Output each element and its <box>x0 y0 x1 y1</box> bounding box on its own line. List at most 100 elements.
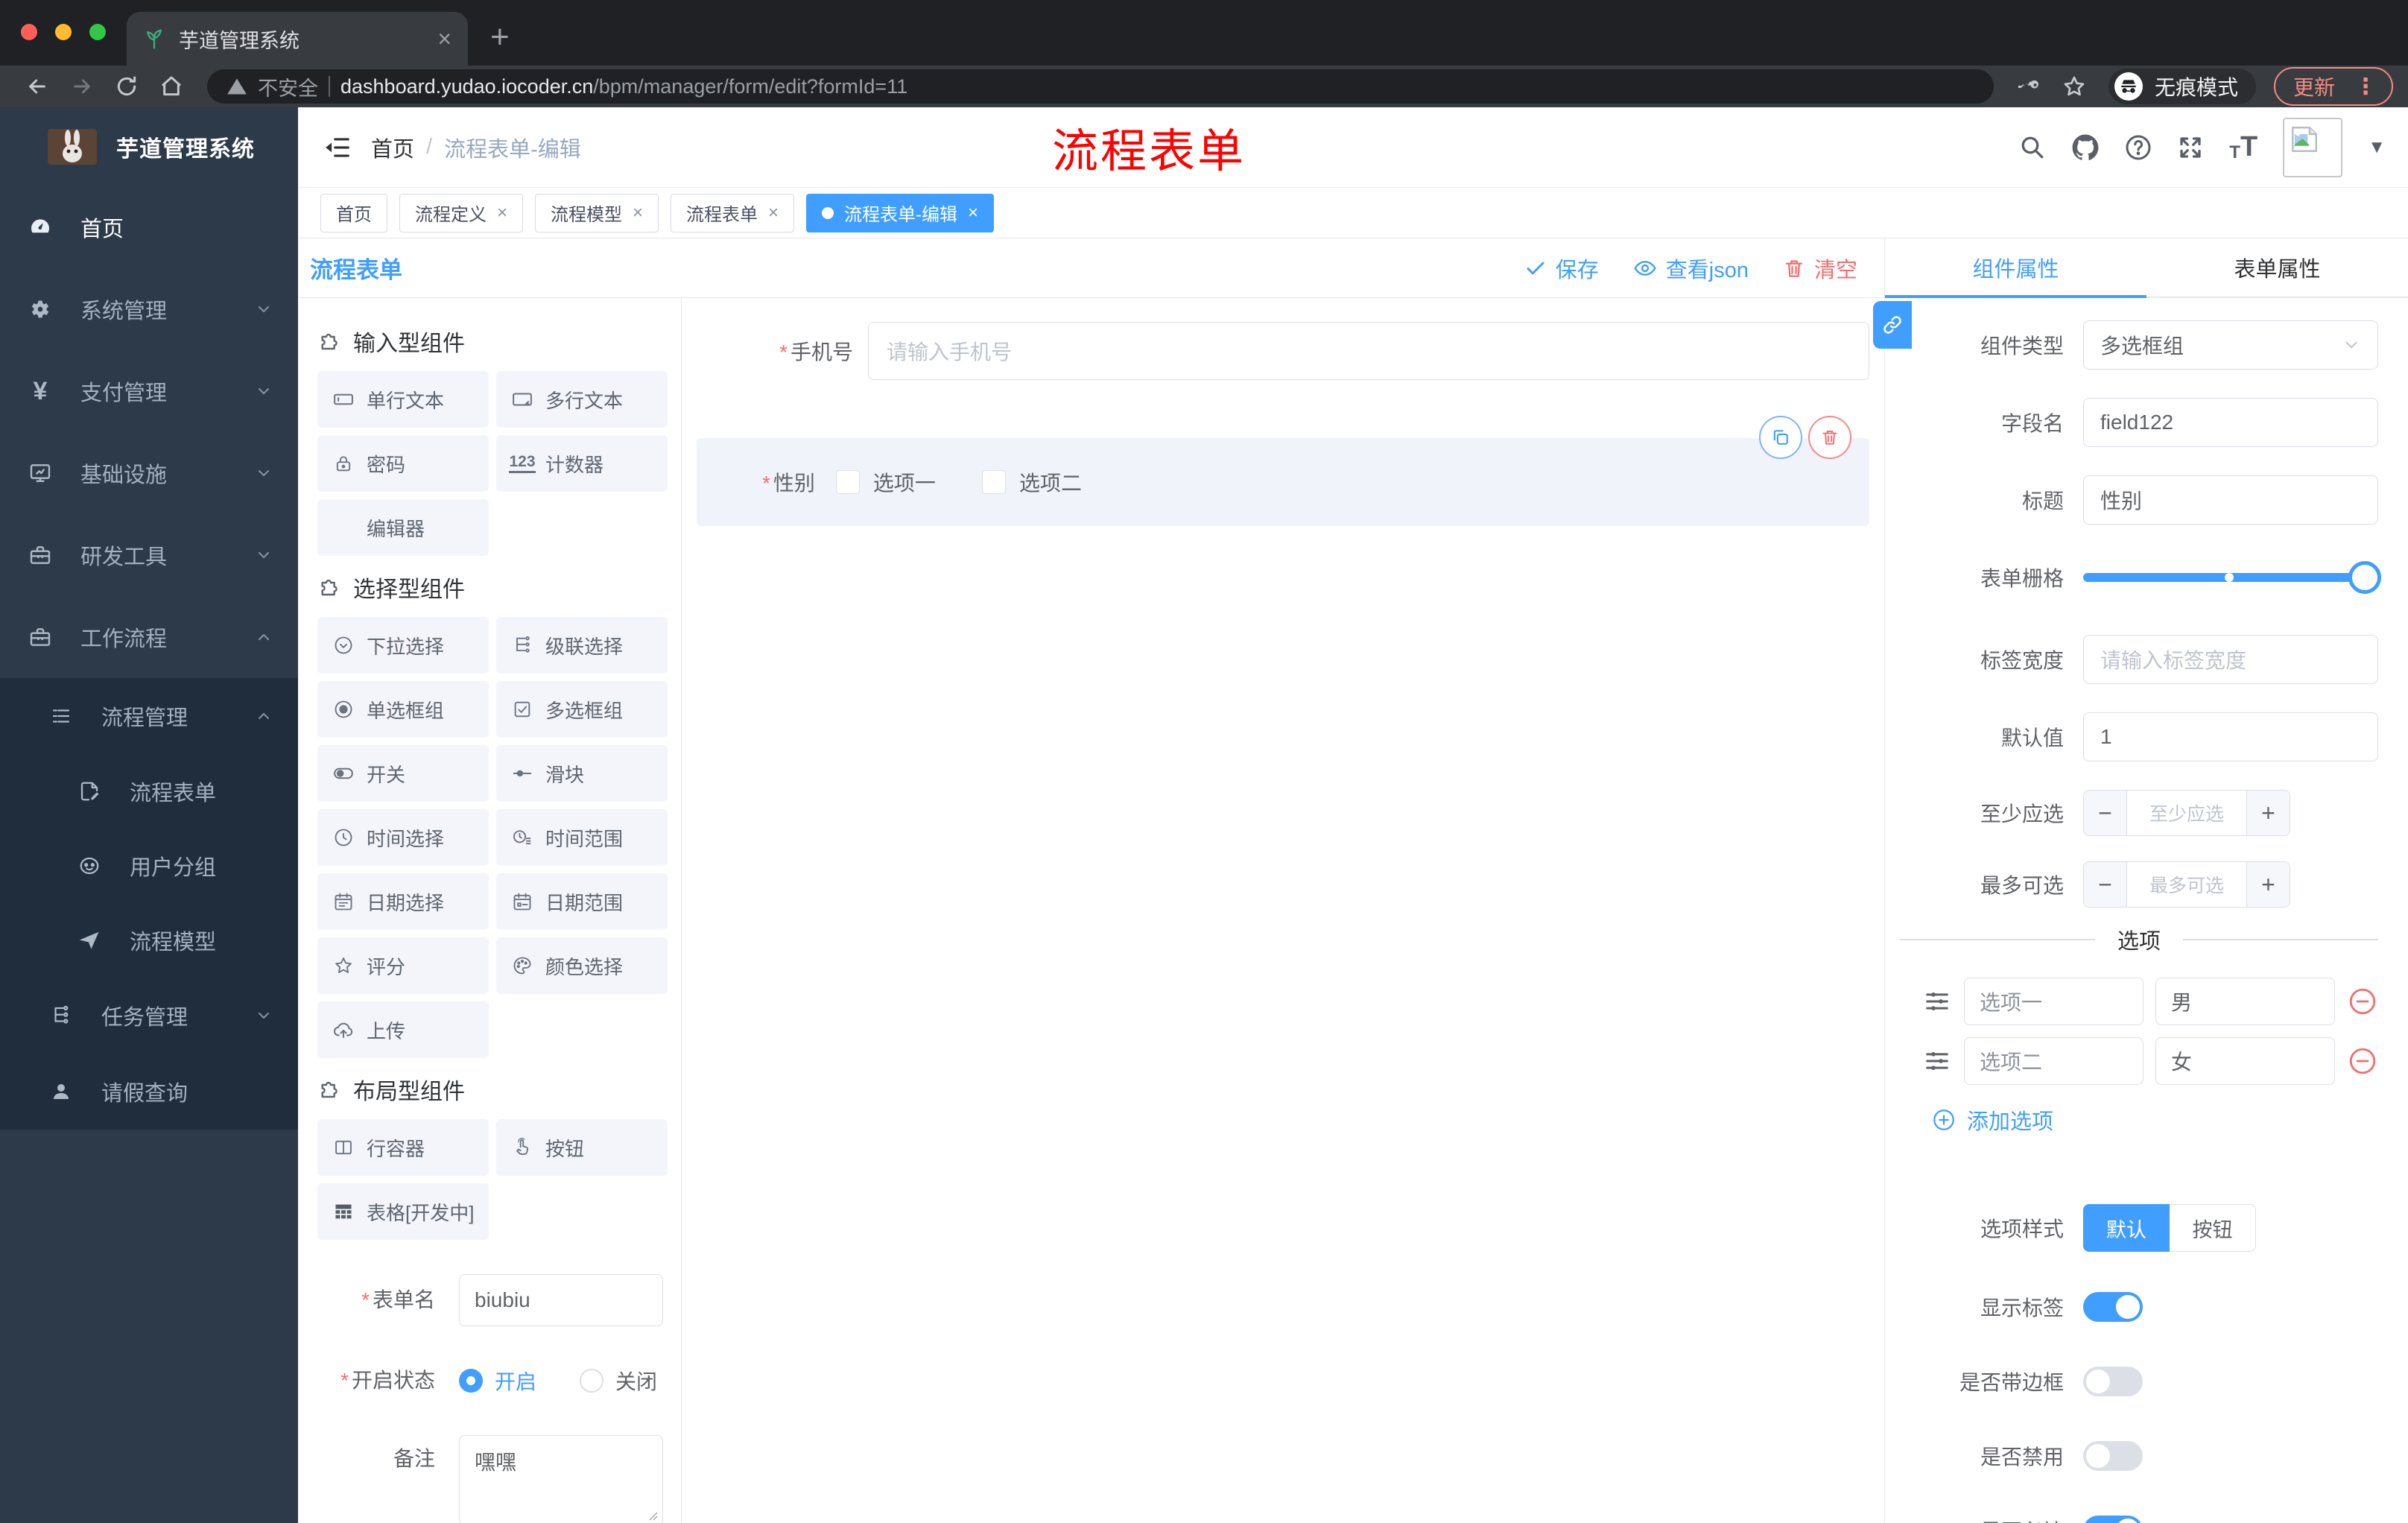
tag-home[interactable]: 首页 <box>320 193 387 232</box>
browser-tab[interactable]: 芋道管理系统 × <box>127 12 468 66</box>
tab-form-props[interactable]: 表单属性 <box>2146 238 2408 297</box>
sidebar-item-leave-query[interactable]: 请假查询 <box>0 1054 298 1130</box>
palette-item-date-range[interactable]: 日期范围 <box>496 873 668 930</box>
url-bar[interactable]: 不安全 dashboard.yudao.iocoder.cn/bpm/manag… <box>207 69 1994 104</box>
sidebar-item-system[interactable]: 系统管理 <box>0 268 298 350</box>
status-off-radio[interactable] <box>580 1369 604 1393</box>
default-value-input[interactable]: 1 <box>2083 712 2378 762</box>
option-value-input[interactable]: 男 <box>2155 978 2335 1025</box>
drag-handle-icon[interactable] <box>1922 1046 1952 1076</box>
sidebar-item-workflow[interactable]: 工作流程 <box>0 596 298 678</box>
min-select-input[interactable]: 至少应选 <box>2127 791 2246 835</box>
sidebar-item-user-group[interactable]: 用户分组 <box>0 829 298 903</box>
required-toggle[interactable] <box>2083 1516 2143 1523</box>
back-icon[interactable] <box>25 75 49 98</box>
option-label-input[interactable]: 选项一 <box>1964 978 2144 1025</box>
password-key-icon[interactable] <box>2018 75 2041 98</box>
palette-item-switch[interactable]: 开关 <box>317 745 489 802</box>
search-icon[interactable] <box>2019 134 2046 161</box>
view-json-button[interactable]: 查看json <box>1633 253 1749 284</box>
checkbox[interactable] <box>835 470 860 494</box>
palette-item-date-picker[interactable]: 日期选择 <box>317 873 489 930</box>
security-label[interactable]: 不安全 <box>258 72 318 101</box>
label-width-input[interactable]: 请输入标签宽度 <box>2083 635 2378 684</box>
remove-option-icon[interactable] <box>2347 986 2378 1017</box>
palette-item-counter[interactable]: 123 计数器 <box>496 435 668 492</box>
phone-input[interactable]: 请输入手机号 <box>868 322 1869 380</box>
sidebar-item-home[interactable]: 首页 <box>0 186 298 268</box>
github-icon[interactable] <box>2071 133 2100 162</box>
show-label-toggle[interactable] <box>2083 1292 2143 1322</box>
clear-button[interactable]: 清空 <box>1783 253 1857 284</box>
tag-close-icon[interactable]: × <box>497 203 507 224</box>
palette-item-color-picker[interactable]: 颜色选择 <box>496 937 668 994</box>
max-select-stepper[interactable]: − 最多可选 + <box>2083 861 2290 908</box>
copy-field-button[interactable] <box>1759 416 1802 459</box>
plus-icon[interactable]: + <box>2246 791 2290 835</box>
tab-component-props[interactable]: 组件属性 <box>1885 238 2146 297</box>
option-value-input[interactable]: 女 <box>2155 1037 2335 1085</box>
palette-item-time-picker[interactable]: 时间选择 <box>317 809 489 866</box>
save-button[interactable]: 保存 <box>1524 253 1599 284</box>
tag-close-icon[interactable]: × <box>768 203 779 224</box>
app-logo[interactable]: 芋道管理系统 <box>0 107 298 186</box>
palette-item-select[interactable]: 下拉选择 <box>317 617 489 674</box>
canvas-field-phone[interactable]: * 手机号 请输入手机号 <box>697 322 1869 380</box>
sidebar-item-process-model[interactable]: 流程模型 <box>0 903 298 978</box>
form-canvas[interactable]: * 手机号 请输入手机号 * 性别 选项一 选项二 <box>682 298 1884 1523</box>
palette-item-editor[interactable]: 编辑器 <box>317 499 489 556</box>
link-affix-button[interactable] <box>1873 301 1912 349</box>
resize-handle-icon[interactable] <box>646 1509 658 1521</box>
palette-item-time-range[interactable]: 时间范围 <box>496 809 668 866</box>
status-on-label[interactable]: 开启 <box>495 1366 536 1396</box>
add-option-button[interactable]: 添加选项 <box>1931 1104 2378 1136</box>
close-window-button[interactable] <box>21 24 37 40</box>
sidebar-item-infrastructure[interactable]: 基础设施 <box>0 432 298 514</box>
sidebar-item-task-management[interactable]: 任务管理 <box>0 978 298 1054</box>
option-label-input[interactable]: 选项二 <box>1964 1037 2144 1085</box>
status-on-radio[interactable] <box>459 1369 483 1393</box>
delete-field-button[interactable] <box>1808 416 1851 459</box>
tag-process-model[interactable]: 流程模型 × <box>535 193 659 232</box>
palette-item-row-container[interactable]: 行容器 <box>317 1119 489 1176</box>
sidebar-item-payment[interactable]: ¥ 支付管理 <box>0 350 298 432</box>
new-tab-button[interactable]: + <box>490 21 510 54</box>
form-name-input[interactable]: biubiu <box>459 1274 663 1326</box>
palette-item-rate[interactable]: 评分 <box>317 937 489 994</box>
palette-item-cascader[interactable]: 级联选择 <box>496 617 668 674</box>
tag-process-form-edit[interactable]: 流程表单-编辑 × <box>806 193 995 232</box>
disabled-toggle[interactable] <box>2083 1441 2143 1471</box>
tag-process-definition[interactable]: 流程定义 × <box>399 193 524 232</box>
palette-item-button[interactable]: 按钮 <box>496 1119 668 1176</box>
sidebar-item-process-form[interactable]: 流程表单 <box>0 754 298 829</box>
border-toggle[interactable] <box>2083 1367 2143 1396</box>
component-type-select[interactable]: 多选框组 <box>2083 320 2378 370</box>
form-remark-textarea[interactable]: 嘿嘿 <box>459 1435 663 1523</box>
remove-option-icon[interactable] <box>2347 1045 2378 1077</box>
max-select-input[interactable]: 最多可选 <box>2127 862 2246 907</box>
plus-icon[interactable]: + <box>2246 862 2290 907</box>
avatar[interactable] <box>2283 117 2343 177</box>
form-grid-slider[interactable] <box>2083 553 2381 602</box>
palette-item-checkbox-group[interactable]: 多选框组 <box>496 681 668 738</box>
palette-item-radio-group[interactable]: 单选框组 <box>317 681 489 738</box>
tag-process-form[interactable]: 流程表单 × <box>671 193 795 232</box>
sidebar-item-devtools[interactable]: 研发工具 <box>0 514 298 596</box>
canvas-selected-field-gender[interactable]: * 性别 选项一 选项二 <box>697 416 1869 526</box>
minus-icon[interactable]: − <box>2084 862 2127 907</box>
status-off-label[interactable]: 关闭 <box>615 1366 657 1396</box>
forward-icon[interactable] <box>70 75 94 98</box>
title-input[interactable]: 性别 <box>2083 475 2378 525</box>
palette-item-slider[interactable]: 滑块 <box>496 745 668 802</box>
palette-item-table[interactable]: 表格[开发中] <box>317 1183 489 1240</box>
minimize-window-button[interactable] <box>55 24 72 40</box>
min-select-stepper[interactable]: − 至少应选 + <box>2083 790 2290 836</box>
drag-handle-icon[interactable] <box>1922 987 1952 1016</box>
gender-option-1[interactable]: 选项一 <box>835 467 936 497</box>
palette-item-single-text[interactable]: 单行文本 <box>317 371 489 428</box>
fullscreen-icon[interactable] <box>2177 134 2204 161</box>
slider-thumb[interactable] <box>2348 561 2381 594</box>
help-icon[interactable] <box>2125 134 2152 161</box>
palette-item-multi-text[interactable]: 多行文本 <box>496 371 668 428</box>
palette-item-upload[interactable]: 上传 <box>317 1001 489 1058</box>
